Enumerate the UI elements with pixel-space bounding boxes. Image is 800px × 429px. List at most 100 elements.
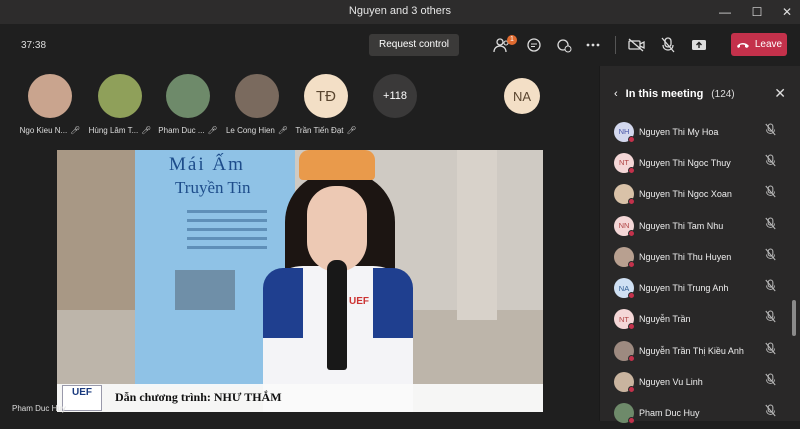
tile-name: Le Cong Hien	[225, 126, 275, 135]
avatar-initials: NT	[619, 314, 629, 324]
participants-badge: 1	[507, 35, 517, 45]
mic-off-icon	[765, 185, 776, 203]
gallery-tile[interactable]: Hùng Lâm T... 🎤︎	[85, 74, 155, 135]
presence-dot	[628, 354, 635, 362]
presence-dot	[628, 198, 635, 206]
avatar-initials: TĐ	[304, 74, 348, 118]
panel-title: In this meeting	[625, 88, 704, 100]
minimize-icon[interactable]: —	[710, 0, 740, 24]
participant-row[interactable]: Nguyen Thi Ngoc Xoan	[600, 179, 792, 210]
close-window-icon[interactable]: ✕	[772, 0, 800, 24]
toolbar-divider	[615, 36, 616, 54]
avatar: NN	[614, 215, 635, 237]
participant-name: Nguyen Thi Tam Nhu	[639, 220, 724, 231]
caption-text: Dẫn chương trình: NHƯ THẮM	[115, 390, 282, 404]
presence-dot	[628, 229, 635, 237]
participant-name: Nguyen Thi Thu Huyen	[639, 251, 732, 262]
maximize-icon[interactable]: ☐	[742, 0, 772, 24]
background-pillar	[457, 150, 497, 320]
overflow-count: +118	[373, 74, 417, 118]
panel-header: ‹ In this meeting (124)	[614, 88, 735, 100]
participant-name: Nguyen Thi My Hoa	[639, 126, 719, 137]
presenter-headband	[299, 150, 375, 180]
avatar	[614, 340, 635, 362]
participant-row[interactable]: NN Nguyen Thi Tam Nhu	[600, 210, 792, 241]
participant-name: Pham Duc Huy	[639, 408, 700, 419]
banner-subtitle: Truyền Tin	[175, 178, 251, 197]
avatar: NH	[614, 121, 635, 143]
participant-row[interactable]: NT Nguyễn Trần	[600, 304, 792, 335]
avatar	[614, 403, 635, 425]
gallery-tile[interactable]: TĐ Trần Tiến Đạt 🎤︎	[291, 74, 361, 135]
mic-off-icon	[765, 404, 776, 422]
main-video-stage[interactable]: Mái Ấm Truyền Tin UEF UEF Dẫn chương trì…	[57, 150, 543, 412]
avatar-initials: NN	[618, 221, 630, 231]
participant-name: Nguyen Thi Ngoc Thuy	[639, 157, 731, 168]
tile-name: Trần Tiến Đạt	[295, 126, 344, 135]
tile-name: Pham Duc ...	[158, 126, 205, 135]
caption-logo: UEF	[62, 385, 102, 411]
gallery-tile[interactable]: Ngo Kieu N... 🎤︎	[15, 74, 85, 135]
participant-row[interactable]: NH Nguyen Thi My Hoa	[600, 116, 792, 147]
meeting-timer: 37:38	[21, 40, 47, 51]
participant-name: Nguyễn Trần Thị Kiều Anh	[639, 345, 744, 356]
participants-panel: ‹ In this meeting (124) ✕ NH Nguyen Thi M…	[599, 66, 800, 425]
active-speaker-name: Pham Duc Huy	[12, 404, 66, 413]
mic-off-icon: 🎤︎	[277, 126, 289, 135]
avatar	[614, 246, 635, 268]
participant-list: NH Nguyen Thi My Hoa NT Nguyen Thi Ngoc Thu…	[600, 116, 792, 429]
mic-off-icon: 🎤︎	[70, 126, 81, 135]
presence-dot	[628, 386, 635, 394]
participant-gallery: Ngo Kieu N... 🎤︎ Hùng Lâm T... 🎤︎ Pham Duc…	[0, 66, 600, 148]
gallery-tile[interactable]: NA	[487, 74, 557, 114]
avatar-initials: NA	[504, 78, 540, 114]
participant-name: Nguyen Thi Trung Anh	[639, 283, 729, 294]
presence-dot	[628, 135, 635, 143]
gallery-tile[interactable]: Le Cong Hien 🎤︎	[222, 74, 292, 135]
mic-off-icon	[765, 279, 776, 297]
window-title: Nguyen and 3 others	[348, 5, 452, 17]
participant-row[interactable]: Nguyen Thi Thu Huyen	[600, 241, 792, 272]
camera-off-icon[interactable]	[624, 34, 650, 56]
participant-row[interactable]: NT Nguyen Thi Ngoc Thuy	[600, 147, 792, 178]
back-icon[interactable]: ‹	[614, 88, 618, 100]
mic-off-icon: 🎤︎	[346, 126, 357, 135]
gallery-overflow-tile[interactable]: +118	[360, 74, 430, 118]
gallery-tile[interactable]: Pham Duc ... 🎤︎	[153, 74, 223, 135]
lower-third-caption: UEF Dẫn chương trình: NHƯ THẮM	[57, 384, 543, 412]
leave-button[interactable]: Leave	[731, 33, 787, 56]
scrollbar[interactable]	[792, 300, 796, 336]
mic-off-icon	[765, 123, 776, 141]
avatar	[614, 184, 635, 206]
share-icon[interactable]	[686, 34, 712, 56]
presence-dot	[628, 166, 635, 174]
participant-row[interactable]: NA Nguyen Thi Trung Anh	[600, 272, 792, 303]
avatar: NA	[614, 278, 635, 300]
mic-off-icon	[765, 217, 776, 235]
avatar-initials: NA	[618, 283, 630, 293]
reactions-icon[interactable]	[551, 34, 577, 56]
avatar	[614, 372, 635, 394]
mic-off-icon[interactable]	[655, 34, 681, 56]
participant-row[interactable]: Nguyễn Trần Thị Kiều Anh	[600, 335, 792, 366]
tile-name: Ngo Kieu N...	[19, 126, 68, 135]
participant-row[interactable]: Nguyen Vu Linh	[600, 366, 792, 397]
phone-icon	[736, 42, 749, 48]
avatar	[28, 74, 72, 118]
shirt-logo: UEF	[349, 296, 369, 307]
presence-dot	[628, 323, 635, 331]
avatar-initials: NT	[619, 158, 629, 168]
banner-title: Mái Ấm	[169, 154, 245, 175]
presenter-sleeve	[263, 268, 303, 338]
leave-label: Leave	[754, 39, 783, 50]
participant-name: Nguyễn Trần	[639, 314, 691, 325]
banner-text-block	[187, 210, 267, 255]
request-control-button[interactable]: Request control	[369, 34, 459, 56]
chat-icon[interactable]	[521, 34, 547, 56]
banner-photo	[175, 270, 235, 310]
participant-count: (124)	[711, 88, 735, 100]
more-icon[interactable]	[580, 34, 606, 56]
participant-row[interactable]: Pham Duc Huy	[600, 398, 792, 429]
participant-name: Nguyen Vu Linh	[639, 377, 703, 388]
close-icon[interactable]: ✕	[774, 85, 786, 102]
